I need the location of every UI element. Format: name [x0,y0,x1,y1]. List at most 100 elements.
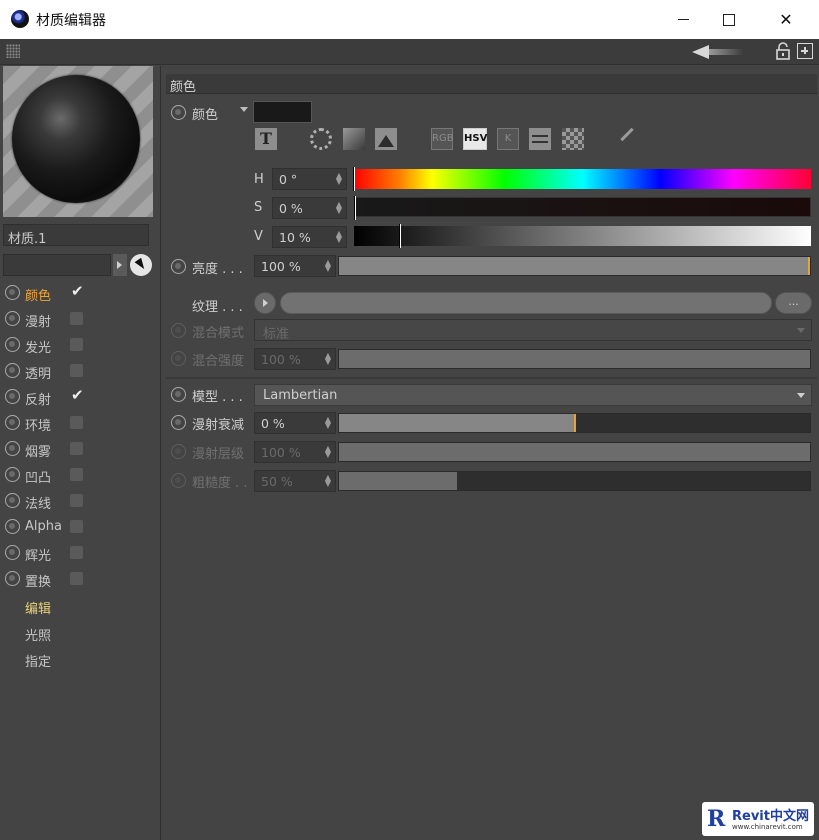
channel-animate-radio[interactable] [5,311,20,326]
channel-checkbox[interactable] [70,364,83,377]
diffuse-falloff-animate-radio[interactable] [171,415,186,430]
channel-checkbox[interactable] [70,338,83,351]
close-button[interactable]: ✕ [763,0,809,39]
channel-filter-input[interactable] [3,254,111,276]
channel-label: 反射 [25,393,52,408]
stepper-icon[interactable]: ▲ ▼ [325,259,331,273]
swatch-dropdown-arrow[interactable] [240,107,248,112]
channel-checkbox[interactable] [70,520,83,533]
stepper-icon[interactable]: ▲ ▼ [325,416,331,430]
stepper-icon[interactable]: ▲ ▼ [336,172,342,186]
subpage-assignment[interactable]: 指定 [25,651,51,670]
new-window-icon[interactable] [797,43,813,59]
text-mode-icon[interactable]: T [255,128,277,150]
channel-checkbox[interactable] [70,468,83,481]
roughness-value: 50 % [261,474,293,489]
slider-fill [339,350,810,368]
saturation-input[interactable]: 0 % ▲ ▼ [272,197,347,219]
saturation-slider-handle[interactable] [354,196,356,220]
slider-fill [339,443,810,461]
value-slider[interactable] [354,224,811,248]
hue-label: H [254,172,264,187]
image-picker-icon[interactable] [375,128,397,150]
saturation-slider[interactable] [354,196,811,220]
channel-animate-radio[interactable] [5,415,20,430]
watermark-title: Revit中文网 [732,809,809,824]
channel-reflectance[interactable]: 反射 [2,386,152,408]
model-animate-radio[interactable] [171,387,186,402]
channel-alpha[interactable]: Alpha [2,516,152,538]
channel-label: 透明 [25,367,52,382]
brightness-slider[interactable] [338,256,811,276]
lock-icon[interactable] [775,42,791,60]
channel-animate-radio[interactable] [5,467,20,482]
channel-checkbox[interactable] [70,494,83,507]
color-animate-radio[interactable] [171,105,186,120]
kelvin-mode-button[interactable]: K [497,128,519,150]
channel-animate-radio[interactable] [5,363,20,378]
subpage-editor[interactable]: 编辑 [25,598,51,617]
channel-checkbox[interactable] [70,442,83,455]
model-dropdown[interactable]: Lambertian [254,384,812,406]
material-preview[interactable] [3,66,153,217]
channel-checkbox[interactable] [70,546,83,559]
mixer-icon[interactable] [529,128,551,150]
roughness-input: 50 % ▲ ▼ [254,470,336,492]
channel-label: 漫射 [25,315,52,330]
channel-checkbox[interactable] [70,312,83,325]
channel-glow[interactable]: 辉光 [2,542,152,564]
color-wheel-icon[interactable] [310,128,332,150]
hue-value: 0 ° [279,172,298,187]
subpage-illumination[interactable]: 光照 [25,625,51,644]
stepper-icon[interactable]: ▲ ▼ [336,201,342,215]
channel-normal[interactable]: 法线 [2,490,152,512]
brightness-input[interactable]: 100 % ▲ ▼ [254,255,336,277]
minimize-button[interactable] [660,0,706,39]
swatch-palette-icon[interactable] [562,128,584,150]
maximize-button[interactable] [706,0,752,39]
channel-checkbox[interactable] [70,572,83,585]
back-arrow-icon[interactable] [692,45,709,59]
color-swatch[interactable] [253,101,312,123]
eyedropper-icon[interactable] [620,127,634,142]
channel-animate-radio[interactable] [5,571,20,586]
diffuse-falloff-input[interactable]: 0 % ▲ ▼ [254,412,336,434]
channel-bump[interactable]: 凹凸 [2,464,152,486]
texture-browse-button[interactable]: ... [775,292,812,314]
channel-animate-radio[interactable] [5,285,20,300]
texture-field[interactable] [280,292,772,314]
spectrum-icon[interactable] [343,128,365,150]
channel-animate-radio[interactable] [5,519,20,534]
channel-fog[interactable]: 烟雾 [2,438,152,460]
brightness-animate-radio[interactable] [171,259,186,274]
diffuse-falloff-slider[interactable] [338,413,811,433]
filter-arrow-button[interactable] [113,254,127,276]
channel-checkbox[interactable] [70,416,83,429]
channel-animate-radio[interactable] [5,389,20,404]
channel-animate-radio[interactable] [5,337,20,352]
channel-diffusion[interactable]: 漫射 [2,308,152,330]
channel-color[interactable]: 颜色 [2,282,152,304]
stepper-icon[interactable]: ▲ ▼ [336,230,342,244]
channel-transparency[interactable]: 透明 [2,360,152,382]
channel-animate-radio[interactable] [5,545,20,560]
channel-environment[interactable]: 环境 [2,412,152,434]
hsv-mode-button[interactable]: HSV [463,128,487,150]
mix-mode-label: 混合模式 [192,326,245,341]
hue-input[interactable]: 0 ° ▲ ▼ [272,168,347,190]
value-slider-handle[interactable] [398,224,401,248]
value-input[interactable]: 10 % ▲ ▼ [272,226,347,248]
rgb-mode-button[interactable]: RGB [431,128,454,150]
channel-animate-radio[interactable] [5,493,20,508]
material-name-field[interactable]: 材质.1 [3,224,149,247]
channel-luminance[interactable]: 发光 [2,334,152,356]
channel-checkbox[interactable] [70,282,84,300]
hue-slider-handle[interactable] [353,167,355,191]
hue-slider[interactable] [353,167,811,191]
channel-displacement[interactable]: 置换 [2,568,152,590]
texture-arrow-button[interactable] [254,292,276,314]
channel-checkbox[interactable] [70,386,84,404]
pick-cursor-icon[interactable] [130,254,152,276]
channel-animate-radio[interactable] [5,441,20,456]
grip-icon[interactable] [6,44,20,58]
